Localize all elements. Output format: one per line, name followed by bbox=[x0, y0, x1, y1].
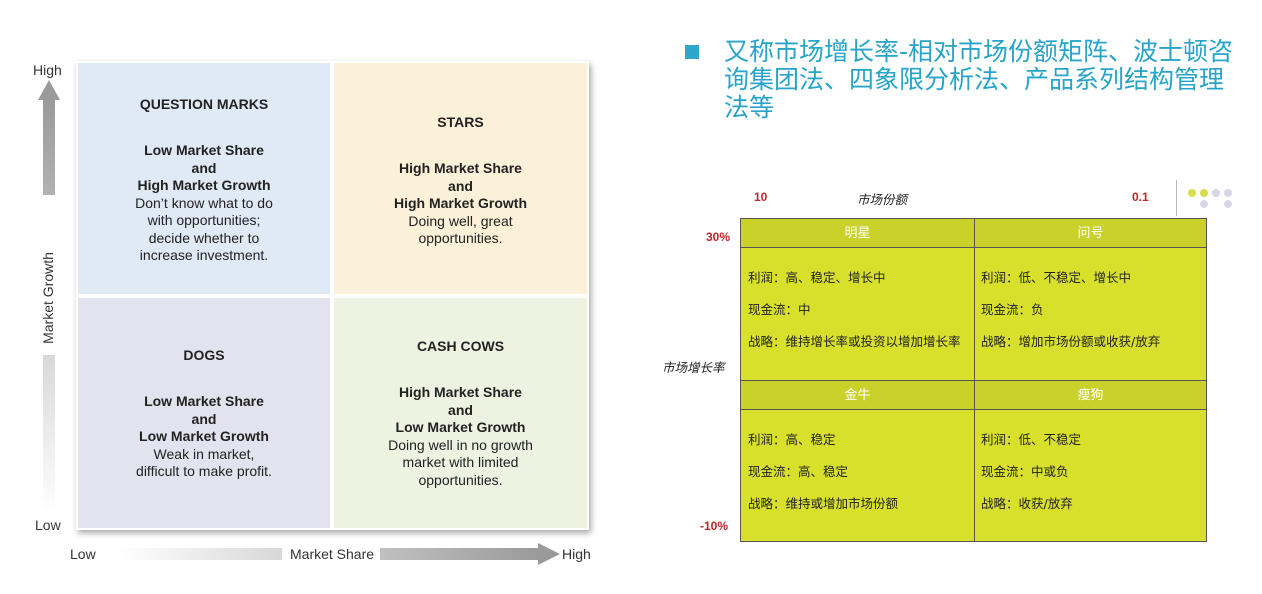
share-right-value: 0.1 bbox=[1132, 190, 1149, 204]
bcg-matrix: QUESTION MARKS Low Market Share and High… bbox=[76, 61, 589, 530]
dog-cash: 现金流：中或负 bbox=[981, 464, 1069, 479]
quadrant-desc: Weak in market, bbox=[153, 445, 255, 462]
quadrant-line: Low Market Share bbox=[144, 142, 264, 158]
cell-title-dog: 瘦狗 bbox=[1077, 387, 1104, 402]
question-strategy: 战略：增加市场份额或收获/放弃 bbox=[981, 334, 1161, 349]
cn-bcg-table: 明星 问号 金牛 瘦狗 利润：高、稳定、增长中 现金流：中 战略：维持增长率或投… bbox=[740, 218, 1207, 542]
quadrant-title: DOGS bbox=[183, 347, 225, 363]
quadrant-desc: market with limited bbox=[402, 454, 519, 470]
cow-cash: 现金流：高、稳定 bbox=[748, 464, 849, 479]
quadrant-title: STARS bbox=[437, 114, 484, 130]
quadrant-desc: with opportunities; bbox=[147, 212, 261, 228]
dog-profit: 利润：低、不稳定 bbox=[981, 432, 1082, 447]
quadrant-cash-cows: CASH COWS High Market Share and Low Mark… bbox=[334, 298, 587, 528]
y-axis-high: High bbox=[33, 62, 62, 78]
quadrant-desc: Don’t know what to do bbox=[135, 194, 273, 211]
cow-strategy: 战略：维持或增加市场份额 bbox=[748, 496, 899, 511]
divider-horizontal bbox=[741, 380, 1206, 381]
x-axis-low: Low bbox=[70, 546, 96, 562]
quadrant-desc: Doing well in no growth bbox=[388, 436, 533, 453]
quadrant-desc: opportunities. bbox=[418, 230, 503, 246]
share-left-value: 10 bbox=[754, 190, 768, 204]
growth-axis-label: 市场增长率 bbox=[662, 360, 725, 375]
y-axis-label: Market Growth bbox=[40, 252, 56, 344]
quadrant-dogs: DOGS Low Market Share and Low Market Gro… bbox=[78, 298, 330, 528]
quadrant-desc: Doing well, great bbox=[408, 212, 513, 229]
star-strategy: 战略：维持增长率或投资以增加增长率 bbox=[748, 334, 961, 349]
question-profit: 利润：低、不稳定、增长中 bbox=[981, 270, 1132, 285]
x-axis-label: Market Share bbox=[290, 546, 375, 562]
quadrant-title: CASH COWS bbox=[416, 338, 505, 354]
growth-bottom-value: -10% bbox=[700, 519, 729, 533]
quadrant-title: QUESTION MARKS bbox=[139, 96, 269, 112]
quadrant-desc: increase investment. bbox=[139, 247, 269, 263]
cow-profit: 利润：高、稳定 bbox=[748, 432, 836, 447]
quadrant-line: and bbox=[448, 177, 473, 194]
quadrant-line: Low Market Growth bbox=[395, 419, 526, 435]
question-cash: 现金流：负 bbox=[981, 302, 1044, 317]
headline-text: 又称市场增长率-相对市场份额矩阵、波士顿咨询集团法、四象限分析法、产品系列结构管… bbox=[724, 37, 1234, 122]
quadrant-line: High Market Growth bbox=[393, 195, 527, 211]
quadrant-desc: opportunities. bbox=[418, 471, 503, 488]
share-axis-label: 市场份额 bbox=[857, 192, 908, 207]
quadrant-line: High Market Share bbox=[399, 160, 522, 176]
quadrant-line: and bbox=[191, 159, 217, 176]
quadrant-line: Low Market Growth bbox=[139, 428, 269, 444]
cell-title-star: 明星 bbox=[844, 225, 871, 240]
star-cash: 现金流：中 bbox=[748, 302, 811, 317]
divider-horizontal bbox=[741, 409, 1206, 410]
star-profit: 利润：高、稳定、增长中 bbox=[748, 270, 886, 285]
quadrant-desc: decide whether to bbox=[148, 229, 260, 246]
cell-title-question: 问号 bbox=[1077, 225, 1104, 240]
quadrant-question-marks: QUESTION MARKS Low Market Share and High… bbox=[78, 63, 330, 294]
divider-horizontal bbox=[741, 247, 1206, 248]
growth-top-value: 30% bbox=[706, 230, 731, 244]
quadrant-line: Low Market Share bbox=[144, 393, 264, 409]
quadrant-line: and bbox=[448, 401, 473, 418]
dog-strategy: 战略：收获/放弃 bbox=[981, 496, 1073, 511]
quadrant-line: High Market Growth bbox=[137, 177, 271, 193]
bullet-square-icon bbox=[685, 45, 699, 59]
x-axis-high: High bbox=[562, 546, 591, 562]
quadrant-stars: STARS High Market Share and High Market … bbox=[334, 63, 587, 294]
quadrant-line: and bbox=[191, 410, 217, 427]
quadrant-line: High Market Share bbox=[399, 384, 522, 400]
y-axis-low: Low bbox=[35, 517, 61, 533]
quadrant-desc: difficult to make profit. bbox=[136, 463, 272, 479]
cell-title-cow: 金牛 bbox=[844, 387, 871, 402]
